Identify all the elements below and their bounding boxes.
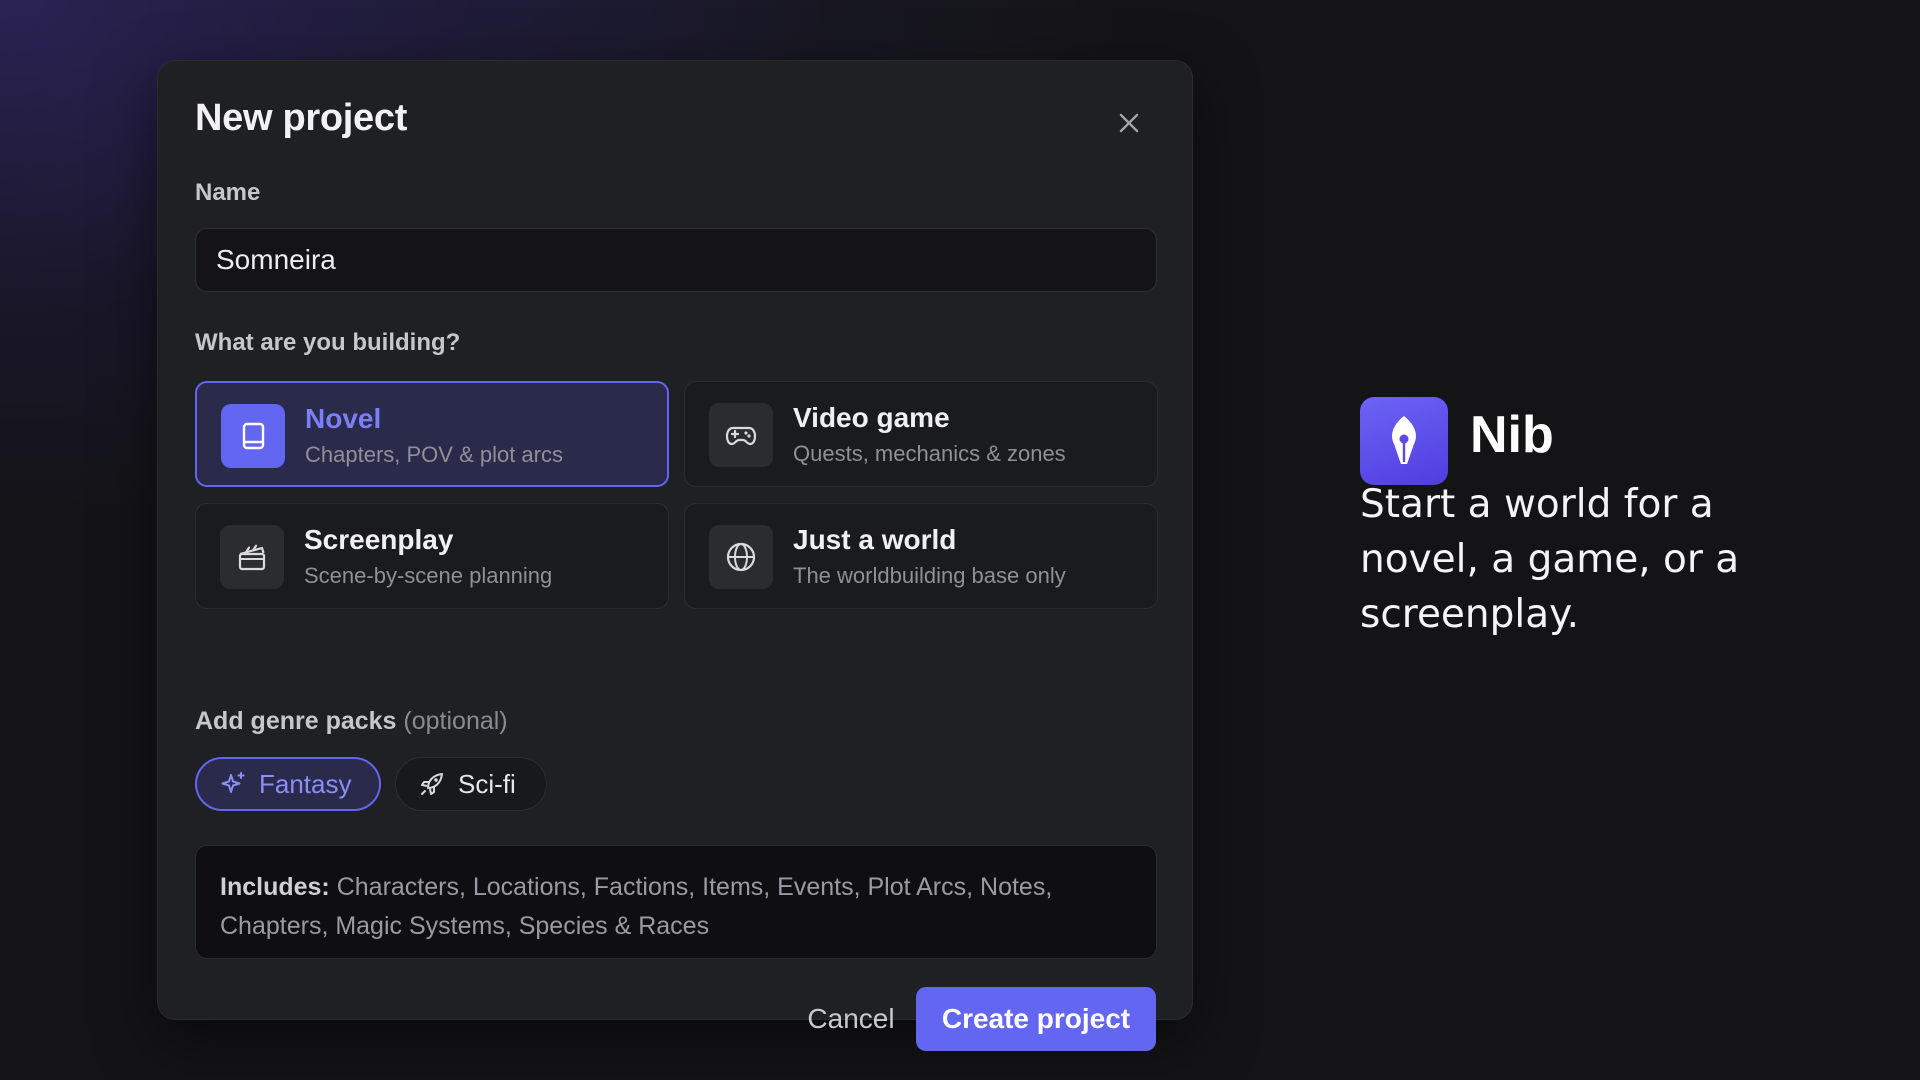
book-icon	[242, 422, 265, 450]
includes-panel: Includes: Characters, Locations, Faction…	[195, 845, 1157, 959]
type-subtitle: Scene-by-scene planning	[304, 563, 553, 588]
rocket-icon	[421, 773, 443, 795]
optional-hint: (optional)	[403, 707, 508, 735]
close-button[interactable]	[1109, 103, 1149, 143]
type-icon-box	[709, 525, 773, 589]
brand-name: Nib	[1470, 406, 1554, 464]
includes-label: Includes:	[220, 873, 330, 901]
type-title: Video game	[793, 402, 950, 433]
type-title: Screenplay	[304, 524, 454, 555]
pen-nib-icon	[1392, 416, 1416, 464]
clapperboard-icon	[238, 544, 266, 571]
type-icon-box	[220, 525, 284, 589]
close-icon	[1119, 113, 1139, 133]
type-card-novel[interactable]: Novel Chapters, POV & plot arcs	[195, 381, 669, 487]
type-subtitle: The worldbuilding base only	[793, 563, 1066, 588]
type-card-screenplay[interactable]: Screenplay Scene-by-scene planning	[195, 503, 669, 609]
nib-logo	[1360, 397, 1448, 485]
gamepad-icon	[725, 426, 757, 446]
brand-tagline: Start a world for a novel, a game, or a …	[1360, 482, 1740, 637]
type-subtitle: Quests, mechanics & zones	[793, 441, 1066, 466]
chip-label: Sci-fi	[458, 768, 516, 799]
project-name-input[interactable]	[195, 228, 1157, 292]
globe-icon	[726, 542, 756, 572]
type-card-just-a-world[interactable]: Just a world The worldbuilding base only	[684, 503, 1158, 609]
chip-label: Fantasy	[259, 768, 352, 799]
genre-label-text: Add genre packs	[195, 707, 397, 735]
genre-packs-label: Add genre packs (optional)	[195, 707, 508, 736]
new-project-dialog: New project Name What are you building? …	[157, 60, 1193, 1051]
type-title: Just a world	[793, 524, 957, 555]
type-card-video-game[interactable]: Video game Quests, mechanics & zones	[684, 381, 1158, 487]
cancel-button[interactable]: Cancel	[766, 987, 936, 1051]
type-icon-box	[221, 404, 285, 468]
dialog-title: New project	[195, 97, 408, 139]
type-icon-box	[709, 403, 773, 467]
name-label: Name	[195, 179, 261, 206]
genre-chip-sci-fi[interactable]: Sci-fi	[395, 757, 547, 811]
create-project-button[interactable]: Create project	[916, 987, 1156, 1051]
type-subtitle: Chapters, POV & plot arcs	[305, 442, 563, 467]
genre-chip-fantasy[interactable]: Fantasy	[195, 757, 381, 811]
project-type-label: What are you building?	[195, 329, 461, 356]
sparkles-icon	[221, 772, 245, 793]
type-title: Novel	[305, 403, 382, 434]
includes-list: Characters, Locations, Factions, Items, …	[220, 873, 1053, 940]
